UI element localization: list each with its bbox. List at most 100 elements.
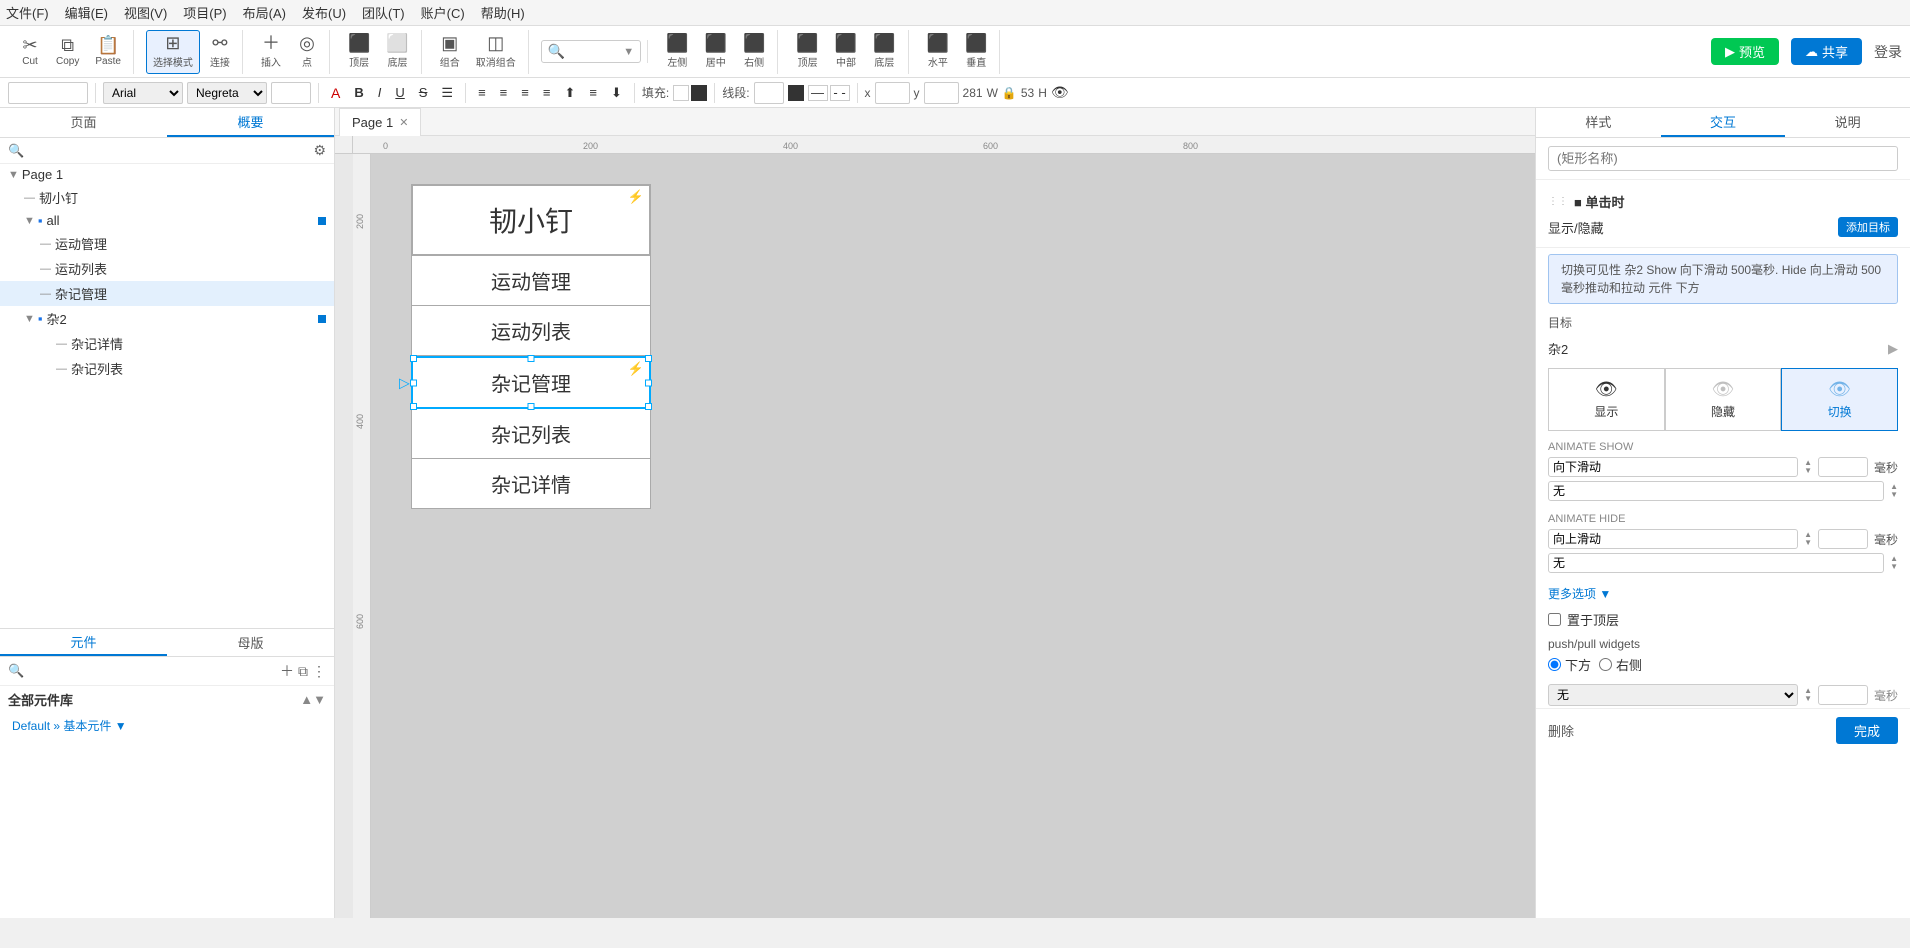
stepper-sub-down[interactable]: ▼ [1890,491,1898,499]
share-button[interactable]: ☁ 共享 [1791,38,1862,65]
cut-button[interactable]: ✂ Cut [14,30,46,74]
menu-team[interactable]: 团队(T) [362,3,405,22]
toggle-button[interactable]: 👁 切换 [1781,368,1898,431]
menu-publish[interactable]: 发布(U) [302,3,346,22]
align-center-btn[interactable]: ≡ [495,84,513,101]
right-align-button[interactable]: ⬛ 右侧 [737,30,771,74]
hide-button[interactable]: 👁 隐藏 [1665,368,1782,431]
tab-pages[interactable]: 页面 [0,108,167,137]
box-name-input[interactable]: Box 1 [8,82,88,104]
menu-item-notes-mgmt[interactable]: 杂记管理 ⚡ [411,356,651,409]
add-target-button[interactable]: 添加目标 [1838,217,1898,237]
animate-show-sub-stepper[interactable]: ▲ ▼ [1890,483,1898,499]
target-value[interactable]: 杂2 [1548,339,1882,358]
align-bot-btn[interactable]: ⬇ [606,84,627,102]
preview-button[interactable]: ▶ 预览 [1711,38,1779,65]
menu-item-sport-list[interactable]: 运动列表 [411,306,651,356]
stepper-hide-sub-down[interactable]: ▼ [1890,563,1898,571]
point-button[interactable]: ◎ 点 [291,30,323,74]
top-layer-checkbox[interactable] [1548,613,1561,626]
strikethrough-btn[interactable]: S [414,84,433,101]
radio-below[interactable] [1548,658,1561,671]
radio-below-label[interactable]: 下方 [1548,655,1591,674]
comp-library-title[interactable]: 全部元件库 ▲▼ [0,686,334,713]
align-left-btn[interactable]: ≡ [473,84,491,101]
tab-note[interactable]: 说明 [1785,108,1910,137]
paste-button[interactable]: 📋 Paste [89,30,127,74]
animate-show-sub-select[interactable]: 无 [1548,481,1884,501]
tree-renxiaoding[interactable]: — 韧小钉 [0,185,334,210]
align-right-btn[interactable]: ≡ [516,84,534,101]
handle-mr[interactable] [645,379,652,386]
animate-hide-sub-stepper[interactable]: ▲ ▼ [1890,555,1898,571]
align-top-btn[interactable]: ⬆ [559,84,580,102]
menu-view[interactable]: 视图(V) [124,3,167,22]
insert-button[interactable]: ＋ 插入 [255,30,287,74]
show-button[interactable]: 👁 显示 [1548,368,1665,431]
outline-search-input[interactable] [28,143,309,158]
combine-button[interactable]: ▣ 组合 [434,30,466,74]
canvas-tab-page1[interactable]: Page 1 ✕ [339,108,421,136]
delete-button[interactable]: 删除 [1548,721,1574,740]
tree-notes-list[interactable]: — 杂记列表 [0,356,334,381]
menu-account[interactable]: 账户(C) [421,3,465,22]
center-align-button[interactable]: ⬛ 居中 [699,30,733,74]
menu-item-notes-list[interactable]: 杂记列表 [411,409,651,459]
stepper-down[interactable]: ▼ [1804,467,1812,475]
more-opts-label[interactable]: 更多选项 ▼ [1548,587,1611,601]
zoom-input[interactable]: 80% [569,44,619,59]
done-button[interactable]: 完成 [1836,717,1898,744]
login-button[interactable]: 登录 [1874,42,1902,62]
animate-hide-stepper[interactable]: ▲ ▼ [1804,531,1812,547]
animate-show-stepper[interactable]: ▲ ▼ [1804,459,1812,475]
bottom-layer-button[interactable]: ⬜ 底层 [380,30,414,74]
lock-icon[interactable]: 🔒 [1002,86,1017,100]
font-size-input[interactable]: 32 [271,82,311,104]
bot-align-button[interactable]: ⬛ 底层 [867,30,901,74]
top-align-button[interactable]: ⬛ 顶层 [790,30,824,74]
handle-tc[interactable] [528,355,535,362]
stroke-val-input[interactable]: 1 [754,82,784,104]
shape-name-input[interactable] [1548,146,1898,171]
menu-layout[interactable]: 布局(A) [243,3,286,22]
tree-all-folder[interactable]: ▼ ▪ all [0,210,334,231]
menu-item-sport-mgmt[interactable]: 运动管理 [411,256,651,306]
menu-help[interactable]: 帮助(H) [481,3,525,22]
none-stepper[interactable]: ▲ ▼ [1804,687,1812,703]
connect-button[interactable]: ⚯ 连接 [204,30,236,74]
canvas-scroll[interactable]: 韧小钉 ⚡ 运动管理 运动列表 [371,154,1535,918]
tree-za2-folder[interactable]: ▼ ▪ 杂2 [0,306,334,331]
font-select[interactable]: Arial [103,82,183,104]
copy-button[interactable]: ⧉ Copy [50,30,85,74]
comp-copy-icon[interactable]: ⧉ [298,663,308,680]
animate-hide-type-select[interactable]: 向上滑动 [1548,529,1798,549]
tree-page1[interactable]: ▼ Page 1 [0,164,334,185]
y-input[interactable]: 211 [924,82,959,104]
align-justify-btn[interactable]: ≡ [538,84,556,101]
handle-ml[interactable] [410,379,417,386]
tab-interact[interactable]: 交互 [1661,108,1786,137]
list-btn[interactable]: ☰ [436,84,458,102]
zoom-box[interactable]: 🔍 80% ▼ [541,40,641,63]
h-dist-button[interactable]: ⬛ 水平 [921,30,955,74]
radio-right[interactable] [1599,658,1612,671]
push-val-input[interactable]: 500 [1818,685,1868,705]
left-align-button[interactable]: ⬛ 左侧 [660,30,694,74]
align-mid-btn[interactable]: ≡ [584,84,602,101]
style-select[interactable]: Negreta [187,82,267,104]
page-header-box[interactable]: 韧小钉 ⚡ [411,184,651,256]
top-layer-button[interactable]: ⬛ 顶层 [342,30,376,74]
tab-style[interactable]: 样式 [1536,108,1661,137]
stepper-hide-down[interactable]: ▼ [1804,539,1812,547]
fill-color-white[interactable] [673,85,689,101]
italic-btn[interactable]: I [373,84,387,101]
comp-tab-widget[interactable]: 元件 [0,629,167,656]
menu-project[interactable]: 项目(P) [183,3,226,22]
none-stepper-down[interactable]: ▼ [1804,695,1812,703]
tree-notes-detail[interactable]: — 杂记详情 [0,331,334,356]
stroke-dashed-btn[interactable]: - - [830,85,850,101]
stroke-solid-btn[interactable]: — [808,85,828,101]
radio-right-label[interactable]: 右侧 [1599,655,1642,674]
mid-align-button[interactable]: ⬛ 中部 [829,30,863,74]
fill-color-dark[interactable] [691,85,707,101]
